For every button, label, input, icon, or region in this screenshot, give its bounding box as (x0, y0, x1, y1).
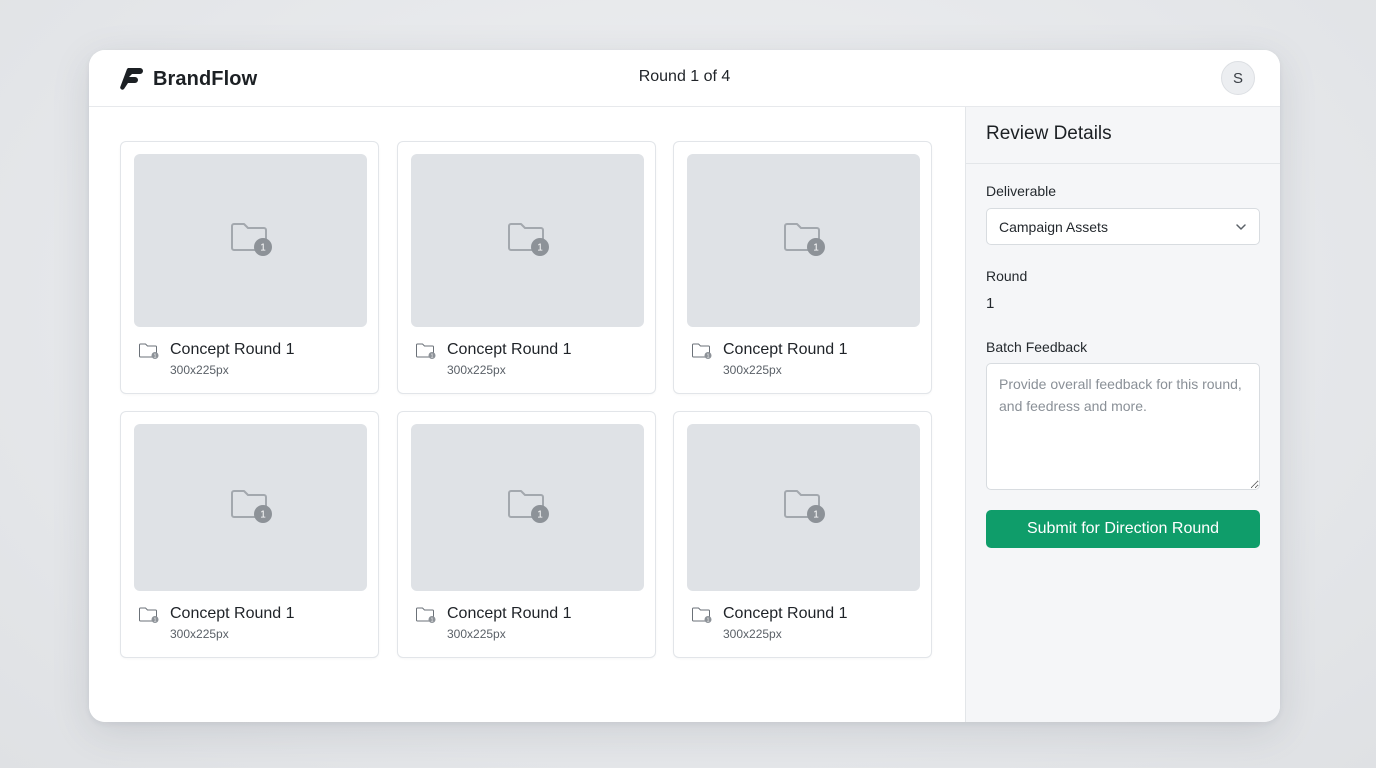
asset-meta: 1 Concept Round 1 300x225px (138, 340, 295, 378)
svg-text:1: 1 (260, 243, 266, 254)
svg-text:1: 1 (154, 617, 157, 623)
submit-direction-round-button[interactable]: Submit for Direction Round (986, 510, 1260, 548)
svg-text:1: 1 (707, 617, 710, 623)
panel-header: Review Details (966, 107, 1280, 164)
asset-title: Concept Round 1 (723, 341, 848, 358)
folder-info-icon: 1 (691, 340, 713, 378)
asset-meta: 1 Concept Round 1 300x225px (415, 604, 572, 642)
asset-card[interactable]: 1 1 Concept Round 1 300x225px (397, 411, 656, 658)
asset-title: Concept Round 1 (447, 605, 572, 622)
asset-card[interactable]: 1 1 Concept Round 1 300x225px (120, 411, 379, 658)
folder-info-icon: 1 (506, 220, 550, 261)
asset-thumbnail[interactable]: 1 (687, 424, 920, 591)
asset-text: Concept Round 1 300x225px (723, 340, 848, 378)
asset-dimensions: 300x225px (447, 363, 506, 377)
folder-info-icon: 1 (138, 604, 160, 642)
folder-info-icon: 1 (229, 220, 273, 261)
round-indicator: Round 1 of 4 (638, 68, 731, 85)
folder-info-icon: 1 (782, 220, 826, 261)
svg-text:1: 1 (813, 243, 819, 254)
svg-text:1: 1 (537, 243, 543, 254)
batch-feedback-input[interactable] (986, 363, 1260, 490)
asset-dimensions: 300x225px (170, 627, 229, 641)
svg-text:1: 1 (154, 353, 157, 359)
folder-info-icon: 1 (506, 487, 550, 528)
asset-text: Concept Round 1 300x225px (723, 604, 848, 642)
folder-info-icon: 1 (415, 604, 437, 642)
asset-meta: 1 Concept Round 1 300x225px (138, 604, 295, 642)
svg-text:1: 1 (431, 353, 434, 359)
asset-card[interactable]: 1 1 Concept Round 1 300x225px (673, 141, 932, 394)
folder-info-icon: 1 (415, 340, 437, 378)
asset-thumbnail[interactable]: 1 (134, 154, 367, 327)
deliverable-select[interactable]: Campaign Assets (986, 208, 1260, 245)
asset-card[interactable]: 1 1 Concept Round 1 300x225px (673, 411, 932, 658)
svg-text:1: 1 (431, 617, 434, 623)
asset-text: Concept Round 1 300x225px (447, 340, 572, 378)
asset-card[interactable]: 1 1 Concept Round 1 300x225px (397, 141, 656, 394)
asset-dimensions: 300x225px (447, 627, 506, 641)
asset-dimensions: 300x225px (723, 627, 782, 641)
asset-text: Concept Round 1 300x225px (447, 604, 572, 642)
svg-text:1: 1 (707, 353, 710, 359)
top-header: BrandFlow Round 1 of 4 S (89, 50, 1280, 107)
asset-title: Concept Round 1 (170, 605, 295, 622)
svg-text:1: 1 (813, 510, 819, 521)
asset-dimensions: 300x225px (170, 363, 229, 377)
deliverable-value: Campaign Assets (999, 218, 1108, 235)
user-avatar[interactable]: S (1221, 61, 1255, 95)
folder-info-icon: 1 (229, 487, 273, 528)
folder-info-icon: 1 (782, 487, 826, 528)
asset-meta: 1 Concept Round 1 300x225px (691, 604, 848, 642)
asset-title: Concept Round 1 (723, 605, 848, 622)
asset-meta: 1 Concept Round 1 300x225px (415, 340, 572, 378)
asset-title: Concept Round 1 (170, 341, 295, 358)
round-label: Round (986, 268, 1028, 284)
asset-thumbnail[interactable]: 1 (687, 154, 920, 327)
round-value: 1 (986, 295, 995, 312)
folder-info-icon: 1 (691, 604, 713, 642)
svg-text:1: 1 (537, 510, 543, 521)
asset-dimensions: 300x225px (723, 363, 782, 377)
panel-title: Review Details (986, 123, 1112, 144)
review-details-panel: Review Details Deliverable Campaign Asse… (965, 107, 1280, 722)
asset-thumbnail[interactable]: 1 (411, 154, 644, 327)
asset-title: Concept Round 1 (447, 341, 572, 358)
deliverable-label: Deliverable (986, 183, 1057, 199)
asset-text: Concept Round 1 300x225px (170, 604, 295, 642)
batch-feedback-label: Batch Feedback (986, 339, 1088, 355)
asset-meta: 1 Concept Round 1 300x225px (691, 340, 848, 378)
asset-thumbnail[interactable]: 1 (134, 424, 367, 591)
asset-card[interactable]: 1 1 Concept Round 1 300x225px (120, 141, 379, 394)
asset-gallery: 1 1 Concept Round 1 300x225px 1 1 Concept Roun… (89, 107, 965, 722)
folder-info-icon: 1 (138, 340, 160, 378)
svg-text:1: 1 (260, 510, 266, 521)
app-window: BrandFlow Round 1 of 4 S 1 1 Concept Round… (89, 50, 1280, 722)
chevron-down-icon (1236, 224, 1246, 230)
asset-text: Concept Round 1 300x225px (170, 340, 295, 378)
asset-thumbnail[interactable]: 1 (411, 424, 644, 591)
